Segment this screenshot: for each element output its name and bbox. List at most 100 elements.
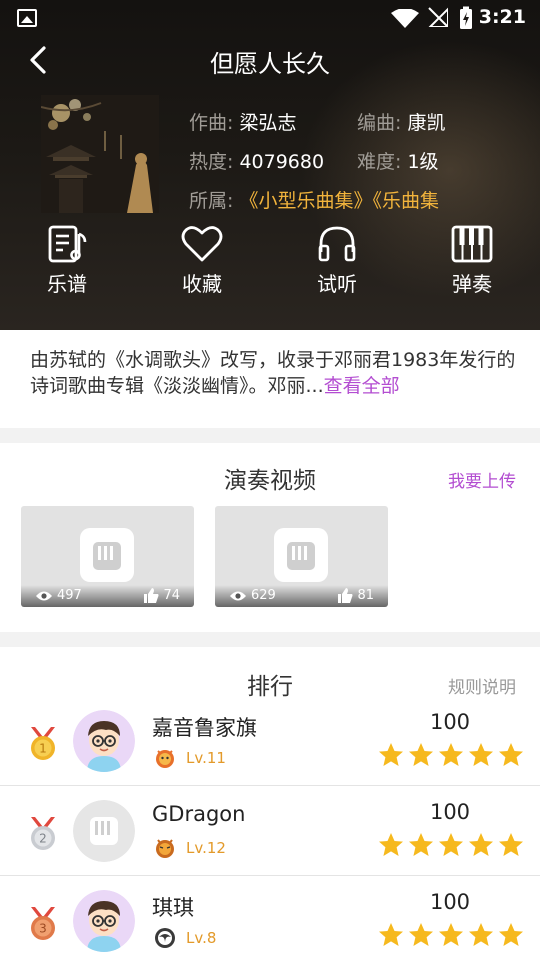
favorite-label: 收藏 bbox=[182, 272, 222, 296]
play-piano-label: 弹奏 bbox=[452, 272, 492, 296]
silver-medal-icon: 2 bbox=[31, 817, 55, 850]
score: 100 bbox=[429, 710, 471, 734]
composer-value: 梁弘志 bbox=[239, 112, 297, 134]
star-icon bbox=[469, 743, 493, 766]
sheet-music-icon bbox=[48, 225, 87, 263]
score: 100 bbox=[429, 890, 471, 914]
star-icon bbox=[379, 923, 403, 946]
status-bar: 3:21 bbox=[0, 0, 540, 36]
preview-listen-button[interactable]: 试听 bbox=[297, 224, 377, 304]
username: 嘉音鲁家旗 bbox=[152, 716, 257, 740]
battery-charging-icon bbox=[460, 6, 472, 29]
view-count: 629 bbox=[229, 588, 276, 603]
star-icon bbox=[409, 833, 433, 856]
no-signal-icon bbox=[428, 7, 448, 27]
heat-label: 热度: bbox=[189, 151, 234, 173]
ranking-row[interactable]: 1 嘉音鲁家旗 Lv.11 100 bbox=[0, 696, 540, 786]
medal-rank: 1 bbox=[39, 742, 47, 756]
favorite-button[interactable]: 收藏 bbox=[162, 224, 242, 304]
piano-icon bbox=[451, 225, 493, 263]
arranger-line: 编曲: 康凯 bbox=[357, 108, 445, 135]
arranger-label: 编曲: bbox=[357, 112, 402, 134]
star-rating bbox=[378, 742, 524, 768]
cartoon-boy-avatar-icon bbox=[73, 710, 135, 772]
heart-icon bbox=[181, 226, 223, 262]
like-count: 81 bbox=[338, 588, 374, 603]
ranking-section: 排行 规则说明 1 嘉音鲁家旗 Lv.11 100 2 GDragon Lv.1… bbox=[0, 647, 540, 960]
star-icon bbox=[499, 743, 523, 766]
arranger-value: 康凯 bbox=[407, 112, 446, 134]
star-icon bbox=[439, 743, 463, 766]
rules-link[interactable]: 规则说明 bbox=[448, 673, 516, 698]
difficulty-value: 1级 bbox=[407, 151, 439, 173]
star-icon bbox=[499, 923, 523, 946]
like-count-value: 74 bbox=[163, 588, 180, 603]
bronze-medal-icon: 3 bbox=[31, 907, 55, 940]
view-count-value: 497 bbox=[57, 588, 82, 603]
avatar[interactable] bbox=[73, 890, 135, 952]
heat-value: 4079680 bbox=[239, 151, 325, 173]
avatar[interactable] bbox=[73, 800, 135, 862]
star-icon bbox=[409, 923, 433, 946]
star-icon bbox=[439, 833, 463, 856]
medal-rank: 3 bbox=[39, 922, 47, 936]
cartoon-boy-avatar-icon bbox=[73, 890, 135, 952]
headphones-icon bbox=[318, 226, 356, 262]
heat-line: 热度: 4079680 bbox=[189, 147, 324, 174]
preview-listen-label: 试听 bbox=[317, 272, 357, 296]
upload-button[interactable]: 我要上传 bbox=[448, 467, 516, 492]
eye-icon bbox=[230, 591, 246, 600]
sheet-music-label: 乐谱 bbox=[47, 272, 87, 296]
song-header: 3:21 但愿人长久 作曲: 梁弘志 编曲: 康凯 热度: 4079680 难度… bbox=[0, 0, 540, 330]
piano-hand-icon bbox=[93, 542, 121, 570]
difficulty-label: 难度: bbox=[357, 151, 402, 173]
video-stats-bar: 497 74 bbox=[21, 585, 194, 607]
description-card: 由苏轼的《水调歌头》改写，收录于邓丽君1983年发行的诗词歌曲专辑《淡淡幽情》。… bbox=[0, 330, 540, 428]
play-piano-button[interactable]: 弹奏 bbox=[432, 224, 512, 304]
lion-level-badge-icon bbox=[156, 750, 174, 768]
collection-link-small-pieces[interactable]: 《小型乐曲集》 bbox=[239, 190, 372, 212]
thumbs-up-icon bbox=[338, 588, 353, 603]
image-notification-icon bbox=[17, 9, 37, 27]
eye-icon bbox=[36, 591, 52, 600]
score: 100 bbox=[429, 800, 471, 824]
sheet-music-button[interactable]: 乐谱 bbox=[27, 224, 107, 304]
performance-videos-section: 演奏视频 我要上传 497 74 629 81 bbox=[0, 443, 540, 632]
star-icon bbox=[469, 923, 493, 946]
collection-label: 所属: bbox=[189, 190, 234, 212]
avatar[interactable] bbox=[73, 710, 135, 772]
video-thumbnail[interactable]: 497 74 bbox=[21, 506, 194, 607]
like-count-value: 81 bbox=[357, 588, 374, 603]
ranking-row[interactable]: 2 GDragon Lv.12 100 bbox=[0, 786, 540, 876]
default-avatar-icon bbox=[73, 800, 135, 862]
star-rating bbox=[378, 832, 524, 858]
action-bar: 乐谱 收藏 试听 弹奏 bbox=[0, 224, 540, 304]
video-stats-bar: 629 81 bbox=[215, 585, 388, 607]
star-icon bbox=[379, 743, 403, 766]
user-level: Lv.12 bbox=[186, 839, 226, 857]
user-level: Lv.11 bbox=[186, 749, 226, 767]
ranking-row[interactable]: 3 琪琪 Lv.8 100 bbox=[0, 876, 540, 960]
tiger-level-badge-icon bbox=[156, 839, 174, 858]
piano-hand-icon bbox=[287, 542, 315, 570]
view-count: 497 bbox=[35, 588, 82, 603]
app-logo-icon bbox=[80, 528, 134, 582]
description: 由苏轼的《水调歌头》改写，收录于邓丽君1983年发行的诗词歌曲专辑《淡淡幽情》。… bbox=[30, 347, 520, 399]
medal-rank: 2 bbox=[39, 832, 47, 846]
clock: 3:21 bbox=[478, 6, 526, 28]
view-all-link[interactable]: 查看全部 bbox=[324, 375, 400, 397]
video-thumbnail[interactable]: 629 81 bbox=[215, 506, 388, 607]
difficulty-line: 难度: 1级 bbox=[357, 147, 439, 174]
composer-label: 作曲: bbox=[189, 112, 234, 134]
album-cover bbox=[41, 95, 159, 213]
page-title: 但愿人长久 bbox=[210, 50, 330, 78]
app-logo-icon bbox=[274, 528, 328, 582]
view-count-value: 629 bbox=[251, 588, 276, 603]
collection-link-pieces[interactable]: 《乐曲集 bbox=[372, 190, 439, 212]
star-icon bbox=[499, 833, 523, 856]
gold-medal-icon: 1 bbox=[31, 727, 55, 760]
star-rating bbox=[378, 922, 524, 948]
star-icon bbox=[469, 833, 493, 856]
album-cover-art bbox=[41, 95, 159, 213]
star-icon bbox=[409, 743, 433, 766]
